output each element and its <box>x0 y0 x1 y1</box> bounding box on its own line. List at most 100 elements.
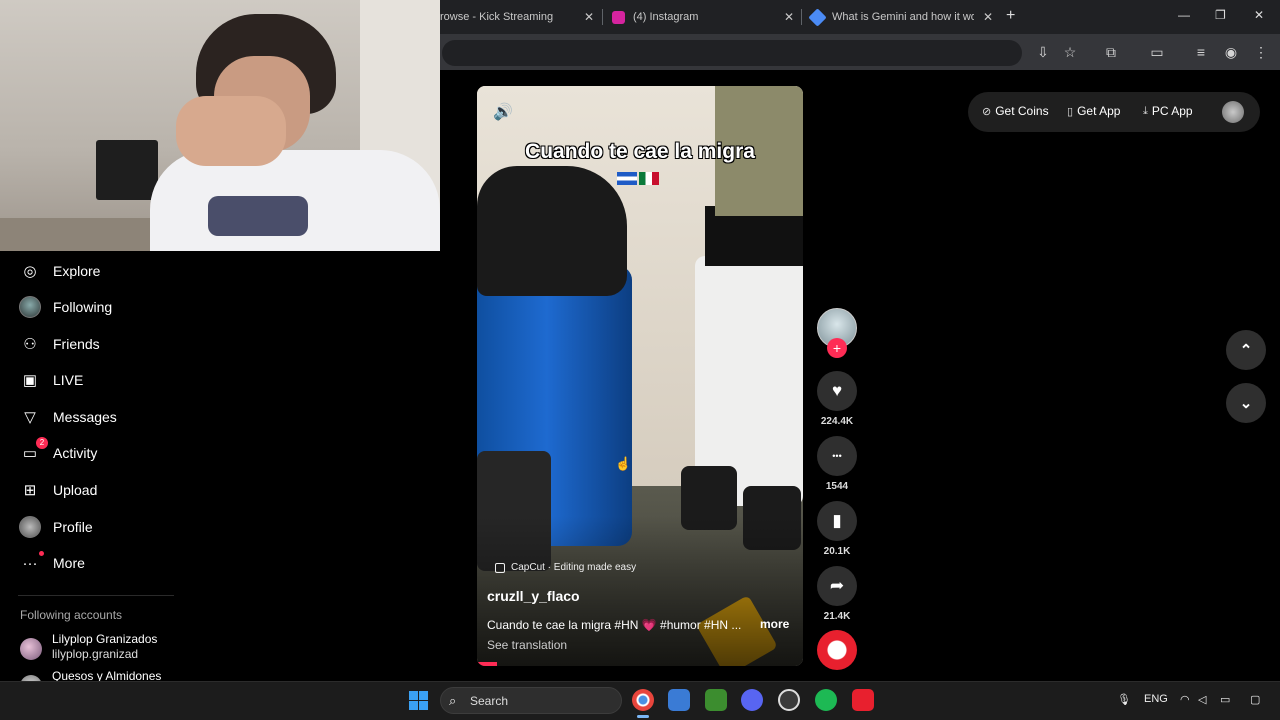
tab-gemini[interactable]: What is Gemini and how it work ✕ <box>803 4 999 30</box>
notification-badge: 2 <box>36 437 48 449</box>
volume-icon[interactable]: ◁ <box>1198 693 1206 706</box>
video-author[interactable]: cruzll_y_flaco <box>487 588 580 604</box>
star-icon[interactable]: ☆ <box>1061 43 1079 61</box>
tab-close-icon[interactable]: ✕ <box>983 10 993 24</box>
microphone-icon[interactable]: 🎙 <box>1117 693 1131 706</box>
capcut-label: CapCut · Editing made easy <box>511 562 637 573</box>
start-tile <box>419 691 428 700</box>
instagram-icon <box>612 10 625 24</box>
minecraft-icon[interactable] <box>705 689 727 711</box>
gemini-icon <box>808 7 827 27</box>
tab-kick[interactable]: rowse - Kick Streaming ✕ <box>432 4 600 30</box>
capcut-icon <box>495 562 505 573</box>
menu-icon[interactable]: ⋮ <box>1252 43 1270 61</box>
previous-video-button[interactable]: ⌃ <box>1226 330 1266 370</box>
tab-close-icon[interactable]: ✕ <box>584 10 594 24</box>
upload-icon: ⊞ <box>23 482 37 499</box>
obs-icon[interactable] <box>778 689 800 711</box>
get-app-button[interactable]: ▯ Get App <box>1067 104 1120 118</box>
sidebar-item-friends[interactable]: ⚇ Friends <box>18 331 100 357</box>
search-icon: ⌕ <box>449 693 457 708</box>
maximize-button[interactable]: ❐ <box>1215 8 1226 22</box>
sidebar-item-label: More <box>53 555 85 571</box>
minimize-button[interactable]: — <box>1178 8 1190 22</box>
install-icon[interactable]: ⇩ <box>1034 43 1052 61</box>
bookmark-button[interactable]: ▮ <box>817 501 857 541</box>
tab-separator <box>602 9 603 25</box>
tab-title: What is Gemini and how it work <box>832 11 974 23</box>
account-name: Lilyplop Granizados <box>52 632 158 646</box>
bookmark-icon: ▮ <box>832 511 842 530</box>
chevron-up-icon: ⌃ <box>1239 342 1253 359</box>
sidebar-item-label: Friends <box>53 336 100 352</box>
sidebar-item-explore[interactable]: ◎ Explore <box>18 258 100 284</box>
video-caption: Cuando te cae la migra #HN 💗 #humor #HN … <box>487 618 742 632</box>
get-coins-button[interactable]: ⊘ Get Coins <box>982 104 1049 118</box>
extensions-icon[interactable]: ⧉ <box>1102 43 1120 61</box>
profile-avatar[interactable] <box>1222 101 1244 123</box>
mouse-cursor-icon: ☝ <box>615 456 632 471</box>
language-indicator[interactable]: ENG <box>1144 693 1168 705</box>
tab-close-icon[interactable]: ✕ <box>784 10 794 24</box>
pc-app-button[interactable]: ⤓ PC App <box>1143 104 1193 118</box>
activity-icon: ▭ 2 <box>18 437 48 465</box>
see-translation-link[interactable]: See translation <box>487 638 567 652</box>
sidebar-item-label: Activity <box>53 445 98 461</box>
video-player[interactable]: 🔊 Cuando te cae la migra ☝ CapCut · Edit… <box>477 86 803 666</box>
close-window-button[interactable]: ✕ <box>1254 8 1264 22</box>
coin-icon: ⊘ <box>982 105 992 118</box>
download-icon: ⤓ <box>1143 104 1148 117</box>
store-icon[interactable] <box>668 689 690 711</box>
app-icon[interactable] <box>852 689 874 711</box>
share-count: 21.4K <box>823 611 851 622</box>
share-icon: ➦ <box>829 576 845 595</box>
sidebar-item-more[interactable]: ··· More <box>18 550 85 576</box>
friends-icon: ⚇ <box>23 336 37 353</box>
sidebar-item-following[interactable]: Following <box>18 294 112 320</box>
video-progress-bar[interactable] <box>477 662 497 666</box>
sidebar-icon[interactable]: ▭ <box>1148 43 1166 61</box>
media-icon[interactable]: ≡ <box>1192 43 1210 61</box>
tab-title: (4) Instagram <box>633 11 699 23</box>
more-icon: ··· <box>18 551 44 575</box>
chrome-icon[interactable] <box>632 689 654 711</box>
profile-icon[interactable]: ◉ <box>1222 43 1240 61</box>
sidebar: ◎ Explore Following ⚇ Friends ▣ LIVE ▽ M… <box>0 251 440 697</box>
comment-button[interactable]: ••• <box>817 436 857 476</box>
share-button[interactable]: ➦ <box>817 566 857 606</box>
next-video-button[interactable]: ⌄ <box>1226 383 1266 423</box>
tab-instagram[interactable]: (4) Instagram ✕ <box>604 4 800 30</box>
phone-icon: ▯ <box>1067 105 1074 118</box>
sidebar-divider <box>18 595 174 596</box>
video-scene-bag <box>477 166 627 296</box>
honduras-flag-icon <box>617 172 637 185</box>
person-hand <box>176 96 286 166</box>
follow-button[interactable]: + <box>827 338 847 358</box>
capcut-tag[interactable]: CapCut · Editing made easy <box>495 562 636 573</box>
wifi-icon[interactable]: ◠ <box>1180 693 1190 706</box>
address-bar[interactable] <box>442 40 1022 66</box>
like-button[interactable]: ♥ <box>817 371 857 411</box>
discord-icon[interactable] <box>741 689 763 711</box>
sidebar-item-upload[interactable]: ⊞ Upload <box>18 477 98 503</box>
mexico-flag-icon <box>639 172 659 185</box>
battery-icon[interactable]: ▭ <box>1220 693 1230 706</box>
notifications-icon[interactable]: ▢ <box>1250 693 1260 706</box>
windows-start-icon[interactable] <box>409 691 428 710</box>
sidebar-item-activity[interactable]: ▭ 2 Activity <box>18 437 98 466</box>
active-app-indicator <box>637 715 649 718</box>
sidebar-item-label: Profile <box>53 519 93 535</box>
sidebar-item-live[interactable]: ▣ LIVE <box>18 367 83 393</box>
new-tab-button[interactable]: + <box>1006 7 1015 25</box>
caption-more-button[interactable]: more <box>760 617 789 631</box>
profile-avatar-icon <box>18 515 42 539</box>
following-accounts-header: Following accounts <box>20 608 123 622</box>
sidebar-item-messages[interactable]: ▽ Messages <box>18 404 117 430</box>
spotify-icon[interactable] <box>815 689 837 711</box>
volume-icon[interactable]: 🔊 <box>493 102 515 124</box>
send-icon: ▽ <box>24 409 36 426</box>
music-disc-icon[interactable] <box>817 630 857 670</box>
taskbar-search[interactable] <box>440 687 622 714</box>
heart-icon: ♥ <box>831 381 843 400</box>
sidebar-item-profile[interactable]: Profile <box>18 514 93 540</box>
